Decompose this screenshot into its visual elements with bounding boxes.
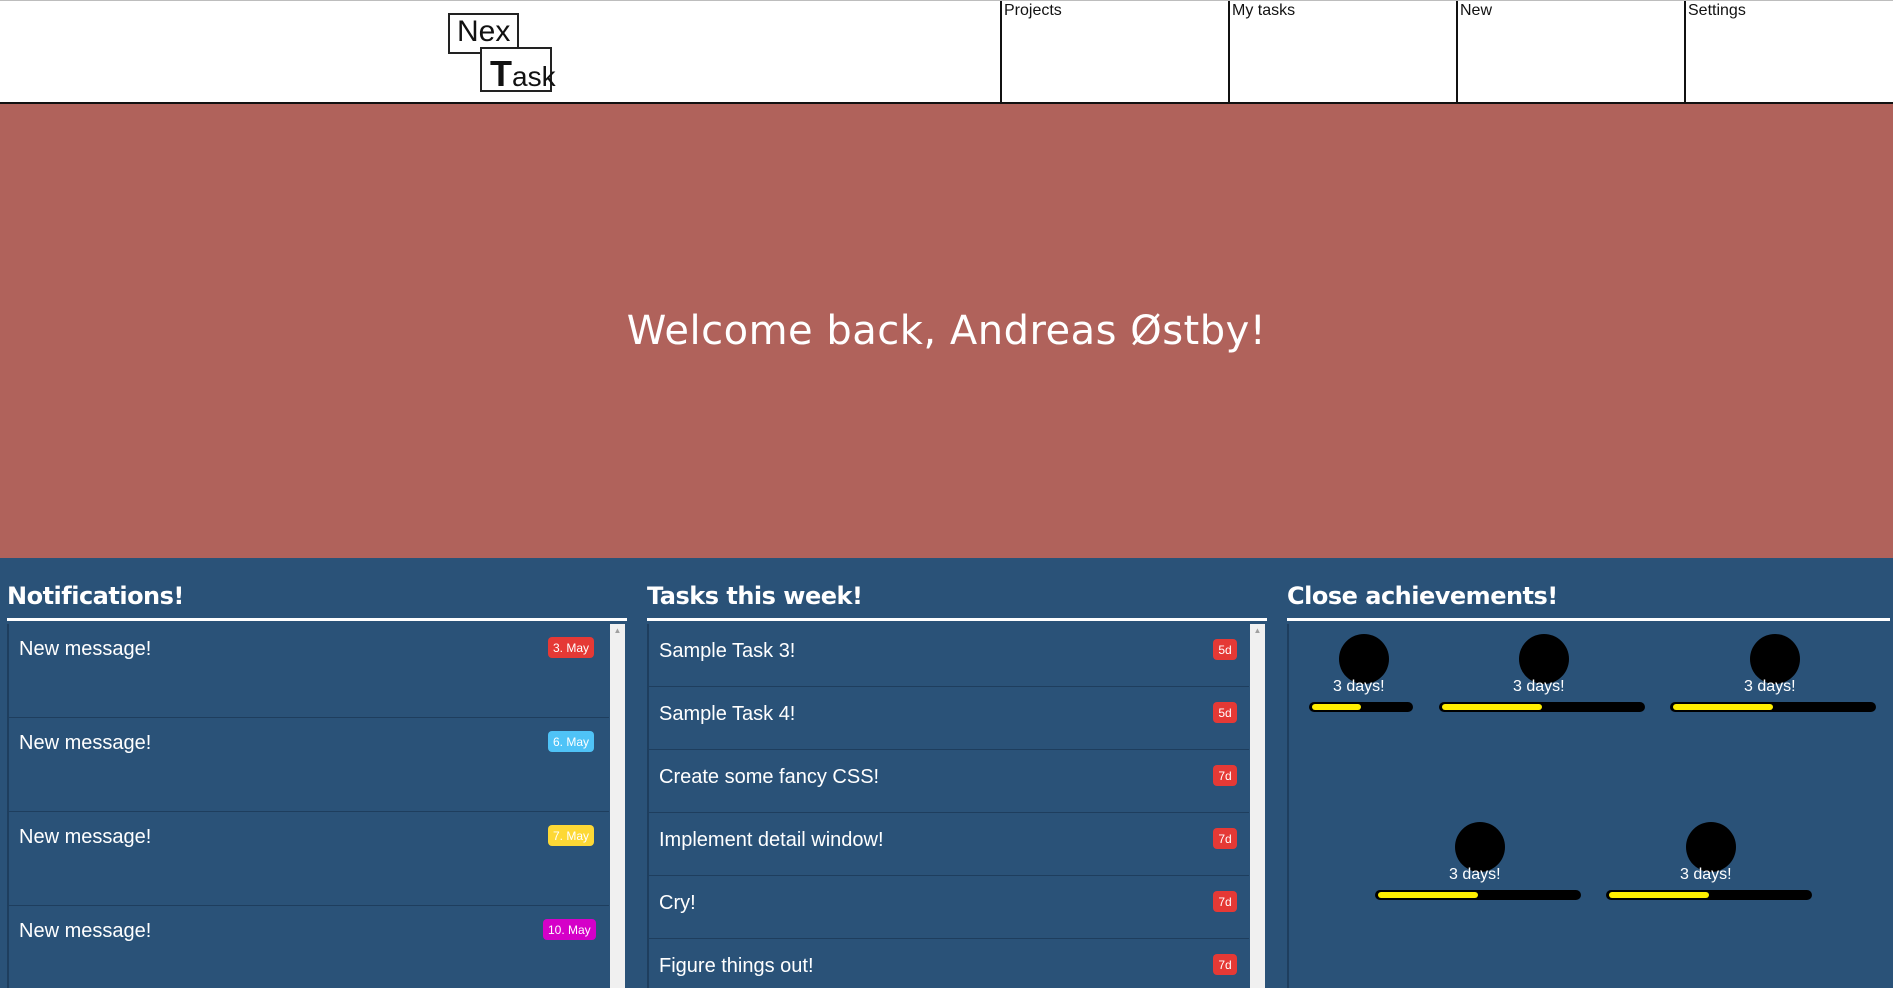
task-item[interactable]: Create some fancy CSS! 7d	[649, 750, 1249, 813]
nav-settings[interactable]: Settings	[1684, 1, 1893, 103]
scroll-up-arrow-icon[interactable]: ▲	[1250, 626, 1265, 636]
achievements-divider	[1287, 618, 1890, 621]
welcome-heading: Welcome back, Andreas Østby!	[626, 308, 1267, 354]
achievement-progress-fill	[1673, 704, 1773, 710]
dashboard-panels: Notifications! New message! 3. May New m…	[0, 558, 1893, 988]
notification-item[interactable]: New message! 10. May	[9, 906, 609, 988]
achievement-progress-bar	[1439, 702, 1645, 712]
achievement-item[interactable]: 3 days!	[1606, 814, 1816, 914]
notification-text: New message!	[19, 638, 152, 660]
achievement-label: 3 days!	[1333, 678, 1385, 695]
achievement-item[interactable]: 3 days!	[1670, 624, 1880, 724]
task-due-badge: 7d	[1213, 828, 1237, 849]
task-item[interactable]: Sample Task 4! 5d	[649, 687, 1249, 750]
task-text: Cry!	[659, 892, 696, 914]
nextask-logo[interactable]: Nex Task	[448, 13, 556, 93]
tasks-title: Tasks this week!	[647, 582, 863, 610]
notification-text: New message!	[19, 732, 152, 754]
logo-text-nex: Nex	[457, 15, 511, 48]
welcome-banner: Welcome back, Andreas Østby!	[0, 104, 1893, 558]
tasks-divider	[647, 618, 1267, 621]
task-text: Sample Task 3!	[659, 640, 796, 662]
notification-date-badge: 7. May	[548, 825, 595, 846]
achievement-progress-fill	[1378, 892, 1478, 898]
achievement-progress-bar	[1375, 890, 1581, 900]
task-item[interactable]: Implement detail window! 7d	[649, 813, 1249, 876]
scroll-up-arrow-icon[interactable]: ▲	[610, 626, 625, 636]
nav-projects[interactable]: Projects	[1000, 1, 1228, 103]
notification-text: New message!	[19, 920, 152, 942]
top-header: Nex Task Projects My tasks New Settings	[0, 0, 1893, 104]
achievement-label: 3 days!	[1744, 678, 1796, 695]
achievements-title: Close achievements!	[1287, 582, 1558, 610]
notification-date-badge: 6. May	[548, 731, 595, 752]
achievement-item[interactable]: 3 days!	[1375, 814, 1585, 914]
achievement-badge-icon	[1686, 822, 1736, 872]
achievement-progress-bar	[1606, 890, 1812, 900]
task-due-badge: 5d	[1213, 702, 1237, 723]
nav-my-tasks[interactable]: My tasks	[1228, 1, 1456, 103]
task-due-badge: 5d	[1213, 639, 1237, 660]
task-due-badge: 7d	[1213, 954, 1237, 975]
achievement-label: 3 days!	[1513, 678, 1565, 695]
achievement-progress-fill	[1442, 704, 1542, 710]
logo-text-ask: ask	[512, 61, 556, 92]
task-item[interactable]: Figure things out! 7d	[649, 939, 1249, 988]
logo-letter-t: T	[490, 53, 512, 94]
achievements-grid: 3 days! 3 days! 3 days! 3 days! 3 days!	[1287, 624, 1893, 988]
achievement-label: 3 days!	[1680, 866, 1732, 883]
task-text: Implement detail window!	[659, 829, 884, 851]
achievement-badge-icon	[1519, 634, 1569, 684]
notification-item[interactable]: New message! 7. May	[9, 812, 609, 906]
tasks-scrollbar[interactable]: ▲	[1250, 624, 1265, 988]
notification-date-badge: 10. May	[543, 919, 596, 940]
nav-new[interactable]: New	[1456, 1, 1684, 103]
achievement-item[interactable]: 3 days!	[1439, 624, 1649, 724]
achievement-item[interactable]: 3 days!	[1309, 624, 1419, 724]
notification-item[interactable]: New message! 6. May	[9, 718, 609, 812]
achievement-progress-fill	[1609, 892, 1709, 898]
task-text: Sample Task 4!	[659, 703, 796, 725]
notifications-divider	[7, 618, 627, 621]
task-item[interactable]: Cry! 7d	[649, 876, 1249, 939]
main-nav: Projects My tasks New Settings	[1000, 1, 1893, 103]
achievement-label: 3 days!	[1449, 866, 1501, 883]
notifications-list[interactable]: New message! 3. May New message! 6. May …	[7, 624, 612, 988]
achievement-badge-icon	[1339, 634, 1389, 684]
task-due-badge: 7d	[1213, 891, 1237, 912]
achievement-progress-bar	[1309, 702, 1413, 712]
achievement-badge-icon	[1750, 634, 1800, 684]
notification-text: New message!	[19, 826, 152, 848]
notifications-title: Notifications!	[7, 582, 184, 610]
tasks-list[interactable]: Sample Task 3! 5d Sample Task 4! 5d Crea…	[647, 624, 1252, 988]
notification-item[interactable]: New message! 3. May	[9, 624, 609, 718]
task-text: Figure things out!	[659, 955, 814, 977]
achievement-progress-fill	[1312, 704, 1361, 710]
notifications-scrollbar[interactable]: ▲	[610, 624, 625, 988]
notification-date-badge: 3. May	[548, 637, 595, 658]
achievement-badge-icon	[1455, 822, 1505, 872]
achievement-progress-bar	[1670, 702, 1876, 712]
task-text: Create some fancy CSS!	[659, 766, 880, 788]
logo-text-task: Task	[490, 56, 556, 92]
task-item[interactable]: Sample Task 3! 5d	[649, 624, 1249, 687]
task-due-badge: 7d	[1213, 765, 1237, 786]
